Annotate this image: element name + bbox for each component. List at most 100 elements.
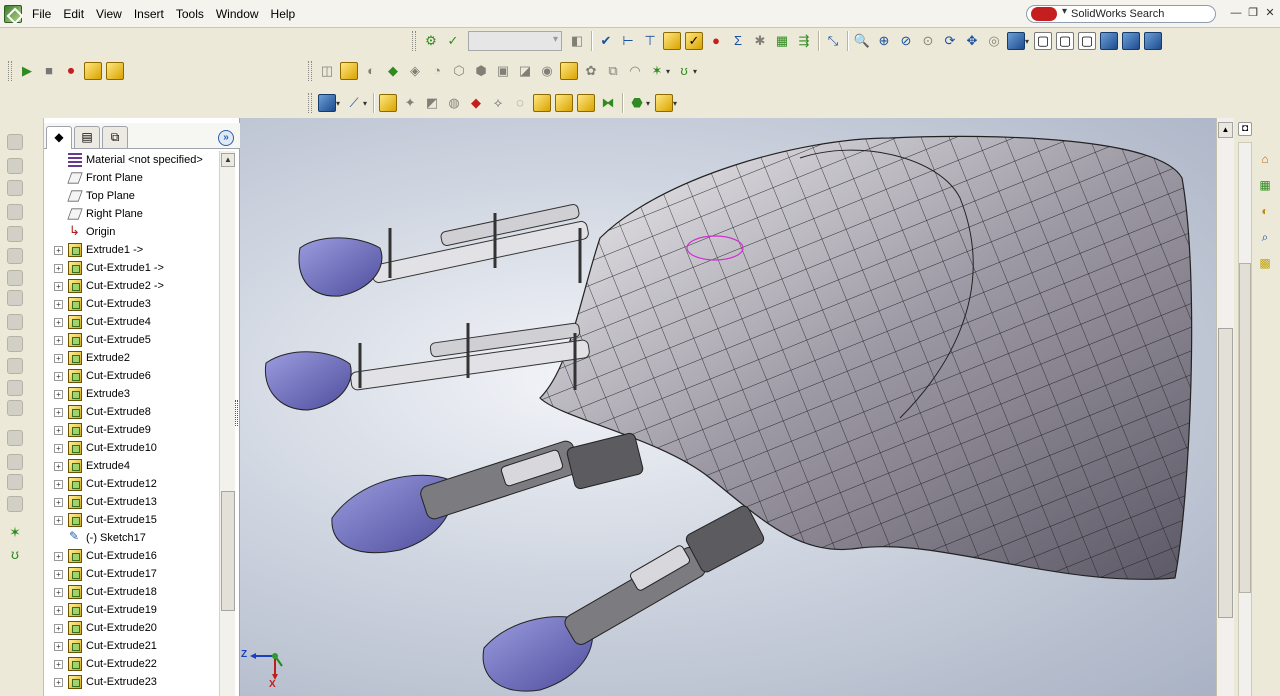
- expand-plus-icon[interactable]: +: [54, 497, 63, 507]
- linear-pattern-icon[interactable]: [560, 62, 578, 80]
- feature-tree-item[interactable]: + Cut-Extrude10: [44, 439, 218, 457]
- line-icon[interactable]: ✦: [401, 94, 419, 112]
- expand-panel-icon[interactable]: »: [218, 130, 234, 146]
- feature-tree-scrollbar[interactable]: ▲: [219, 151, 235, 696]
- feature-tree-item[interactable]: + Cut-Extrude1 ->: [44, 259, 218, 277]
- scrollbar-thumb[interactable]: [1239, 263, 1251, 593]
- spline-icon[interactable]: ◌: [511, 94, 529, 112]
- strip-fillet-icon[interactable]: [7, 314, 23, 330]
- strip-pattern-icon[interactable]: [7, 430, 23, 446]
- menu-edit[interactable]: Edit: [57, 0, 90, 28]
- rib-icon[interactable]: ⬢: [472, 62, 490, 80]
- mate-icon[interactable]: ◆: [467, 94, 485, 112]
- pan-icon[interactable]: ✥: [963, 32, 981, 50]
- expand-plus-icon[interactable]: +: [54, 569, 63, 579]
- expand-plus-icon[interactable]: +: [54, 281, 63, 291]
- expand-plus-icon[interactable]: +: [54, 623, 63, 633]
- chamfer-icon[interactable]: ⬡: [450, 62, 468, 80]
- roll-view-icon[interactable]: ◎: [985, 32, 1003, 50]
- circle-icon[interactable]: ◍: [445, 94, 463, 112]
- search-provider-icon[interactable]: [1031, 6, 1067, 21]
- feature-tree-item[interactable]: + Cut-Extrude2 ->: [44, 277, 218, 295]
- offset-entities-icon[interactable]: [555, 94, 574, 112]
- expand-plus-icon[interactable]: +: [54, 389, 63, 399]
- feature-tree-item[interactable]: + Cut-Extrude16: [44, 547, 218, 565]
- menu-file[interactable]: File: [26, 0, 57, 28]
- view-palette-icon[interactable]: ▩: [1256, 254, 1274, 272]
- strip-wrap-icon[interactable]: [7, 496, 23, 512]
- insert-part-icon[interactable]: [318, 94, 336, 112]
- expand-plus-icon[interactable]: +: [54, 659, 63, 669]
- zoom-to-selection-icon[interactable]: ⊙: [919, 32, 937, 50]
- edit-macro-icon[interactable]: [106, 62, 124, 80]
- shaded-icon[interactable]: [1122, 32, 1141, 50]
- strip-reference-geometry-icon[interactable]: ✶: [7, 524, 23, 540]
- expand-plus-icon[interactable]: +: [54, 263, 63, 273]
- expand-plus-icon[interactable]: +: [54, 443, 63, 453]
- reference-geometry-dropdown-icon[interactable]: ▾: [666, 67, 670, 76]
- wireframe-icon[interactable]: ▢: [1034, 32, 1053, 50]
- menu-window[interactable]: Window: [210, 0, 265, 28]
- hole-icon[interactable]: ◉: [538, 62, 556, 80]
- measure-icon[interactable]: ⊢: [619, 32, 637, 50]
- scrollbar-thumb[interactable]: [221, 491, 235, 611]
- quick-snaps-dropdown-icon[interactable]: ▾: [673, 99, 677, 108]
- zoom-to-area-icon[interactable]: ⊕: [875, 32, 893, 50]
- strip-boundary-icon[interactable]: [7, 226, 23, 242]
- strip-loft-icon[interactable]: [7, 204, 23, 220]
- curves-icon[interactable]: ʊ: [675, 62, 693, 80]
- close-button[interactable]: ✕: [1262, 6, 1278, 20]
- solidworks-logo-icon[interactable]: [4, 4, 22, 23]
- strip-mirror-icon[interactable]: [7, 454, 23, 470]
- record-macro-icon[interactable]: ⏺: [62, 62, 80, 80]
- rotate-view-icon[interactable]: ⟳: [941, 32, 959, 50]
- feature-tree-item[interactable]: + Cut-Extrude18: [44, 583, 218, 601]
- feature-tree-item[interactable]: + Cut-Extrude12: [44, 475, 218, 493]
- hidden-lines-removed-icon[interactable]: ▢: [1078, 32, 1097, 50]
- feature-manager-tab-icon[interactable]: ◆: [46, 126, 72, 149]
- task-pane-scrollbar[interactable]: [1238, 142, 1252, 696]
- solidworks-search-input[interactable]: SolidWorks Search: [1026, 5, 1216, 23]
- expand-plus-icon[interactable]: +: [54, 407, 63, 417]
- expand-plus-icon[interactable]: +: [54, 479, 63, 489]
- sweep-icon[interactable]: ◆: [384, 62, 402, 80]
- sensor-icon[interactable]: ▦: [773, 32, 791, 50]
- strip-rib-icon[interactable]: [7, 358, 23, 374]
- expand-plus-icon[interactable]: +: [54, 641, 63, 651]
- display-state-icon[interactable]: ◧: [568, 32, 586, 50]
- macro-record-icon[interactable]: ⚙: [422, 32, 440, 50]
- menu-insert[interactable]: Insert: [128, 0, 170, 28]
- strip-cut-revolve-icon[interactable]: [7, 270, 23, 286]
- design-library-icon[interactable]: ▦: [1256, 176, 1274, 194]
- strip-draft-icon[interactable]: [7, 400, 23, 416]
- rebuild-icon[interactable]: ✓: [444, 32, 462, 50]
- feature-tree-item[interactable]: + Cut-Extrude19: [44, 601, 218, 619]
- feature-tree-item[interactable]: + Cut-Extrude21: [44, 637, 218, 655]
- fillet-icon[interactable]: ◔: [428, 62, 446, 80]
- feature-tree-item[interactable]: + Extrude3: [44, 385, 218, 403]
- insert-part-dropdown-icon[interactable]: ▾: [336, 99, 340, 108]
- expand-plus-icon[interactable]: +: [54, 299, 63, 309]
- section-view-icon[interactable]: [1144, 32, 1163, 50]
- scroll-up-icon[interactable]: ▲: [221, 153, 235, 167]
- check-icon[interactable]: ✓: [685, 32, 703, 50]
- menu-view[interactable]: View: [90, 0, 128, 28]
- circular-pattern-icon[interactable]: ✿: [582, 62, 600, 80]
- graphics-viewport[interactable]: [240, 118, 1216, 696]
- expand-plus-icon[interactable]: +: [54, 587, 63, 597]
- quick-snaps-icon[interactable]: [655, 94, 674, 112]
- expand-plus-icon[interactable]: +: [54, 335, 63, 345]
- expand-plus-icon[interactable]: +: [54, 317, 63, 327]
- expand-plus-icon[interactable]: +: [54, 461, 63, 471]
- toolbar-grip[interactable]: [8, 61, 12, 81]
- feature-tree-item[interactable]: + Cut-Extrude9: [44, 421, 218, 439]
- geometry-analysis-icon[interactable]: ⇶: [795, 32, 813, 50]
- strip-extrude-icon[interactable]: [7, 134, 23, 150]
- toolbar-grip[interactable]: [308, 93, 312, 113]
- revolve-icon[interactable]: ◐: [362, 62, 380, 80]
- configuration-manager-tab-icon[interactable]: ⧉: [102, 126, 128, 148]
- display-relations-icon[interactable]: ⬣: [628, 94, 646, 112]
- feature-tree-item[interactable]: Right Plane: [44, 205, 218, 223]
- feature-tree-item[interactable]: + Extrude2: [44, 349, 218, 367]
- sum-icon[interactable]: Σ: [729, 32, 747, 50]
